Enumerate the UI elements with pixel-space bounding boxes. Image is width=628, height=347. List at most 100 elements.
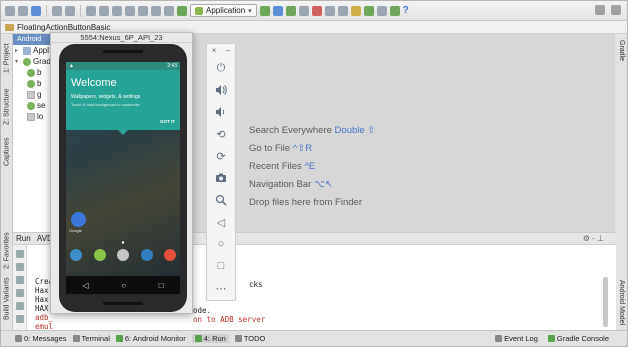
find-icon[interactable]: [125, 5, 135, 16]
replace-icon[interactable]: [138, 5, 148, 16]
tab-android-monitor[interactable]: 6: Android Monitor: [115, 334, 186, 343]
hint-drop-files: Drop files here from Finder: [249, 197, 375, 215]
volume-up-icon[interactable]: [214, 83, 228, 97]
volume-down-icon[interactable]: [214, 105, 228, 119]
tab-event-log[interactable]: Event Log: [495, 334, 538, 343]
tree-expand-icon[interactable]: ▾: [15, 58, 21, 65]
bottom-tool-bar-right: Event Log Gradle Console: [495, 334, 627, 343]
rotate-right-icon[interactable]: ⟳: [214, 149, 228, 163]
main-toolbar: Application ▾ ?: [1, 1, 627, 21]
overview-icon[interactable]: □: [214, 259, 228, 273]
nav-back-icon[interactable]: ◁: [82, 281, 88, 290]
rotate-left-icon[interactable]: ⟲: [214, 127, 228, 141]
tab-favorites[interactable]: 2: Favorites: [1, 230, 13, 272]
tab-build-variants[interactable]: Build Variants: [1, 274, 13, 324]
console-text: cks: [249, 280, 263, 289]
power-icon[interactable]: ⏻: [214, 61, 228, 75]
phone-app-icon[interactable]: [70, 249, 82, 261]
minimize-icon[interactable]: –: [226, 46, 230, 55]
sync-icon[interactable]: [31, 5, 41, 16]
paste-icon[interactable]: [112, 5, 122, 16]
run-configuration-select[interactable]: Application ▾: [190, 4, 257, 17]
tab-run[interactable]: 4: Run: [191, 334, 229, 343]
welcome-description: Touch & hold background to customize: [71, 102, 140, 107]
search-icon[interactable]: [595, 5, 605, 15]
apply-changes-icon[interactable]: [285, 5, 296, 16]
run-panel-settings-icon[interactable]: ⚙ - ⊥: [583, 233, 604, 245]
project-structure-icon[interactable]: [337, 5, 348, 16]
folder-icon: [5, 23, 14, 31]
close-icon[interactable]: ×: [212, 46, 217, 55]
messages-app-icon[interactable]: [140, 249, 153, 261]
tab-gradle[interactable]: Gradle: [615, 36, 628, 66]
clear-icon[interactable]: [15, 302, 24, 310]
nav-home-icon[interactable]: ○: [121, 281, 126, 290]
app-dock: [70, 249, 176, 261]
tab-project[interactable]: 1: Project: [1, 36, 13, 80]
tree-expand-icon[interactable]: ▸: [15, 47, 21, 54]
file-icon: [27, 112, 35, 121]
device-clock: 2:43: [167, 63, 177, 69]
attach-debugger-icon[interactable]: [298, 5, 309, 16]
android-sdk-icon[interactable]: [389, 5, 400, 16]
device-screen[interactable]: ▲ 2:43 Welcome Wallpapers, widgets, & se…: [66, 62, 180, 294]
more-icon[interactable]: ⋯: [214, 281, 228, 295]
run-tab-label[interactable]: Run: [16, 234, 31, 243]
forward-nav-icon[interactable]: [164, 5, 174, 16]
settings-icon[interactable]: [611, 5, 621, 15]
gradle-sync-icon[interactable]: [376, 5, 387, 16]
zoom-icon[interactable]: [214, 193, 228, 207]
device-frame: ▲ 2:43 Welcome Wallpapers, widgets, & se…: [59, 44, 187, 312]
tab-structure[interactable]: Z: Structure: [1, 82, 13, 132]
save-all-icon[interactable]: [18, 5, 28, 16]
home-icon[interactable]: ○: [214, 237, 228, 251]
avd-manager-icon[interactable]: [324, 5, 335, 16]
device-monitor-icon[interactable]: [363, 5, 374, 16]
back-icon[interactable]: ◁: [214, 215, 228, 229]
back-nav-icon[interactable]: [151, 5, 161, 16]
toolbar-separator: [80, 4, 81, 17]
gradle-file-icon: [27, 101, 35, 110]
page-indicator: [121, 241, 125, 244]
sdk-manager-icon[interactable]: [350, 5, 361, 16]
stop-icon[interactable]: [15, 263, 24, 271]
messages-icon: [15, 335, 22, 342]
debug-icon[interactable]: [272, 5, 283, 16]
tab-label: 0: Messages: [24, 334, 67, 343]
console-text: on to ADB server: [193, 315, 266, 324]
pin-icon[interactable]: [15, 315, 24, 323]
redo-icon[interactable]: [65, 5, 75, 16]
got-it-button[interactable]: GOT IT: [160, 119, 175, 124]
scroll-to-end-icon[interactable]: [15, 276, 24, 284]
nav-overview-icon[interactable]: □: [159, 281, 164, 290]
tab-android-model[interactable]: Android Model: [615, 280, 628, 326]
run-icon[interactable]: [259, 5, 270, 16]
contacts-app-icon[interactable]: [93, 249, 106, 261]
app-drawer-icon[interactable]: [117, 249, 129, 261]
stop-icon[interactable]: [311, 5, 322, 16]
camera-glyph: [216, 173, 226, 182]
google-folder-icon[interactable]: [71, 212, 86, 227]
camera-icon[interactable]: [214, 171, 228, 185]
console-scrollbar[interactable]: [603, 277, 608, 327]
tab-captures[interactable]: Captures: [1, 132, 13, 172]
save-icon[interactable]: [5, 5, 15, 16]
undo-icon[interactable]: [52, 5, 62, 16]
device-status-bar: ▲ 2:43: [66, 62, 180, 70]
tab-messages[interactable]: 0: Messages: [15, 334, 67, 343]
tab-gradle-console[interactable]: Gradle Console: [547, 334, 609, 343]
browser-app-icon[interactable]: [164, 249, 176, 261]
editor-hints: Search Everywhere Double ⇧ Go to File ^⇧…: [249, 125, 375, 215]
tab-todo[interactable]: TODO: [234, 334, 265, 343]
breadcrumb-project[interactable]: FloatingActionButtonBasic: [17, 23, 110, 32]
cut-icon[interactable]: [86, 5, 96, 16]
print-icon[interactable]: [15, 289, 24, 297]
make-project-icon[interactable]: [177, 5, 187, 16]
copy-icon[interactable]: [99, 5, 109, 16]
emulator-title[interactable]: 5554:Nexus_6P_API_23: [51, 33, 192, 43]
tab-terminal[interactable]: Terminal: [72, 334, 110, 343]
page-dot: [121, 241, 125, 244]
help-icon[interactable]: ?: [403, 5, 409, 16]
rerun-icon[interactable]: [15, 250, 24, 258]
file-icon: [27, 90, 35, 99]
